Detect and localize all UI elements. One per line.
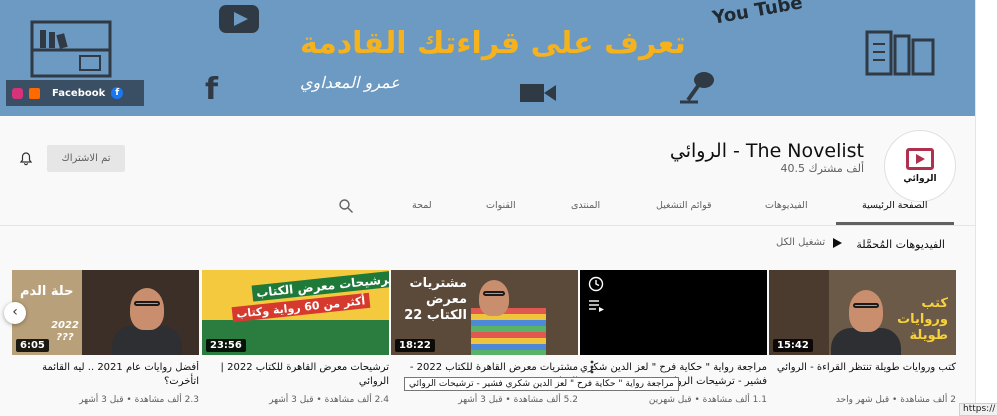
microphone-icon: [680, 72, 714, 104]
video-meta: 1.1 ألف مشاهدة • قبل شهرين: [648, 395, 767, 405]
thumbnail-caption: مشتريات معرض الكتاب 22: [404, 276, 467, 323]
thumbnail-caption: حلة الدم: [20, 284, 74, 299]
video-card[interactable]: كتب وروايات طويلة 15:42 كتب وروايات طويل…: [769, 270, 956, 405]
play-book-icon: [906, 148, 934, 170]
video-card[interactable]: ترشيحات معرض الكتاب أكثر من 60 رواية وكت…: [202, 270, 389, 405]
chevron-left-icon: ‹: [12, 304, 18, 320]
video-duration: 23:56: [206, 339, 246, 352]
subscribed-button[interactable]: تم الاشتراك: [47, 145, 125, 172]
tab-community[interactable]: المنتدى: [571, 200, 600, 211]
channel-banner: تعرف على قراءتك القادمة عمرو المعداوي Yo…: [0, 0, 975, 116]
video-duration: 6:05: [16, 339, 49, 352]
subscriber-count: 40.5 ألف مشترك: [780, 162, 864, 175]
soundcloud-icon[interactable]: [29, 87, 40, 99]
person-face: [479, 280, 509, 316]
books-icon: [865, 30, 935, 76]
title-tooltip: مراجعة رواية " حكاية فرح " لعز الدين شكر…: [404, 377, 679, 391]
banner-social-links: Facebook f: [6, 80, 144, 106]
video-title[interactable]: كتب وروايات طويلة تنتظر القراءة - الروائ…: [769, 361, 956, 389]
video-duration: 18:22: [395, 339, 435, 352]
more-actions-icon[interactable]: [589, 360, 595, 374]
facebook-icon: f: [205, 72, 219, 107]
tab-home[interactable]: الصفحة الرئيسية: [862, 200, 928, 211]
play-icon: [833, 237, 843, 248]
video-thumbnail[interactable]: مشتريات معرض الكتاب 22 18:22: [391, 270, 578, 355]
glasses: [483, 291, 505, 296]
youtube-logo-text: You Tube: [710, 0, 805, 29]
section-title: الفيديوهات المُحمَّلة: [856, 238, 945, 251]
tab-channels[interactable]: القنوات: [486, 200, 516, 211]
person-face: [849, 290, 883, 332]
scrollbar-track[interactable]: [975, 0, 997, 416]
video-title[interactable]: ترشيحات معرض القاهرة للكتاب 2022 | الروا…: [202, 361, 389, 389]
status-bar-url: https://: [959, 403, 997, 416]
avatar-label: الروائي: [903, 174, 937, 184]
bookshelf-icon: [30, 20, 112, 78]
video-meta: 5.2 ألف مشاهدة • قبل 3 أشهر: [458, 395, 578, 405]
video-duration: 15:42: [773, 339, 813, 352]
video-meta: 2.4 ألف مشاهدة • قبل 3 أشهر: [269, 395, 389, 405]
person-face: [130, 288, 164, 330]
tab-playlists[interactable]: قوائم التشغيل: [656, 200, 712, 211]
video-thumbnail[interactable]: كتب وروايات طويلة 15:42: [769, 270, 956, 355]
person-figure: [112, 326, 182, 355]
channel-title: الروائي - The Novelist: [669, 140, 864, 162]
video-thumbnail[interactable]: حلة الدم 2022 ??? 6:05: [12, 270, 199, 355]
play-all-button[interactable]: تشغيل الكل: [776, 237, 843, 248]
video-meta: 2.3 ألف مشاهدة • قبل 3 أشهر: [79, 395, 199, 405]
carousel-prev-button[interactable]: ‹: [4, 302, 26, 324]
facebook-small-icon[interactable]: f: [111, 87, 124, 99]
thumbnail-caption: كتب وروايات طويلة: [897, 296, 948, 343]
book-stack: [471, 308, 546, 355]
channel-tabs: الصفحة الرئيسية الفيديوهات قوائم التشغيل…: [0, 192, 975, 226]
glasses: [853, 303, 879, 308]
tab-about[interactable]: لمحة: [412, 200, 432, 211]
bell-icon[interactable]: [18, 150, 34, 166]
video-thumbnail[interactable]: ترشيحات معرض الكتاب أكثر من 60 رواية وكت…: [202, 270, 389, 355]
search-icon[interactable]: [338, 198, 354, 214]
facebook-link-label[interactable]: Facebook: [52, 88, 105, 99]
video-title[interactable]: أفضل روايات عام 2021 .. ليه القائمة اتأخ…: [12, 361, 199, 389]
video-meta: 2 ألف مشاهدة • قبل شهر واحد: [835, 395, 956, 405]
add-to-queue-icon[interactable]: [588, 298, 604, 312]
video-card[interactable]: حلة الدم 2022 ??? 6:05 أفضل روايات عام 2…: [12, 270, 199, 405]
watch-later-icon[interactable]: [588, 276, 604, 292]
thumbnail-subcaption: 2022 ???: [51, 320, 79, 343]
youtube-play-icon: [219, 5, 259, 33]
play-all-label: تشغيل الكل: [776, 237, 826, 248]
video-thumbnail[interactable]: [580, 270, 767, 355]
instagram-icon[interactable]: [12, 87, 23, 99]
banner-author: عمرو المعداوي: [300, 73, 400, 92]
tab-videos[interactable]: الفيديوهات: [765, 200, 808, 211]
glasses: [134, 301, 160, 306]
active-tab-underline: [836, 222, 954, 225]
video-camera-icon: [520, 84, 556, 102]
banner-headline: تعرف على قراءتك القادمة: [300, 26, 686, 61]
